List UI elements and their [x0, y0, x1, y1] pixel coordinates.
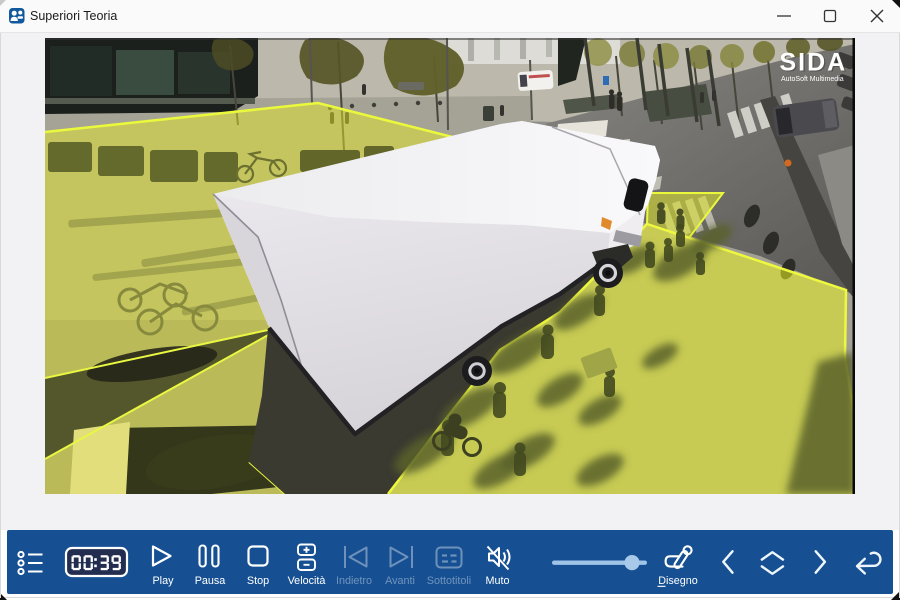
svg-text:AutoSoft Multimedia: AutoSoft Multimedia — [781, 76, 844, 83]
svg-text:SIDA: SIDA — [780, 49, 848, 77]
svg-text:Avanti: Avanti — [385, 575, 415, 587]
svg-text:Velocità: Velocità — [288, 575, 326, 587]
svg-text:Stop: Stop — [247, 575, 269, 587]
svg-text:Indietro: Indietro — [336, 575, 372, 587]
svg-text:Pausa: Pausa — [195, 575, 226, 587]
svg-text:Play: Play — [152, 575, 174, 587]
svg-text:Muto: Muto — [485, 575, 509, 587]
svg-text:Sottotitoli: Sottotitoli — [427, 575, 471, 587]
svg-text:Disegno: Disegno — [658, 575, 698, 587]
